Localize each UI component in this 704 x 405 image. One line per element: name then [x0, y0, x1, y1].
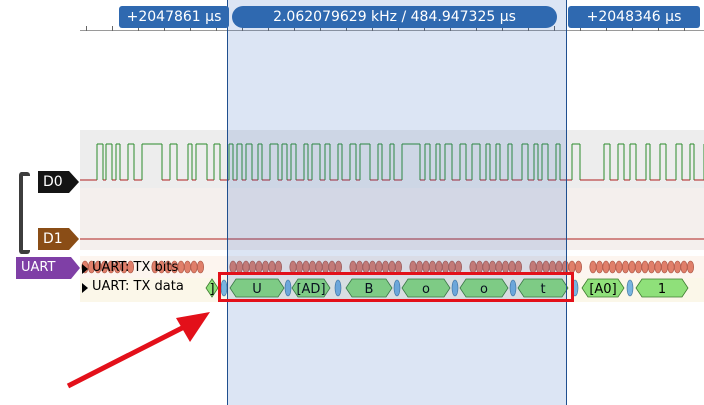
- red-arrow-shaft: [66, 323, 188, 389]
- red-arrow-overlay: [66, 312, 210, 389]
